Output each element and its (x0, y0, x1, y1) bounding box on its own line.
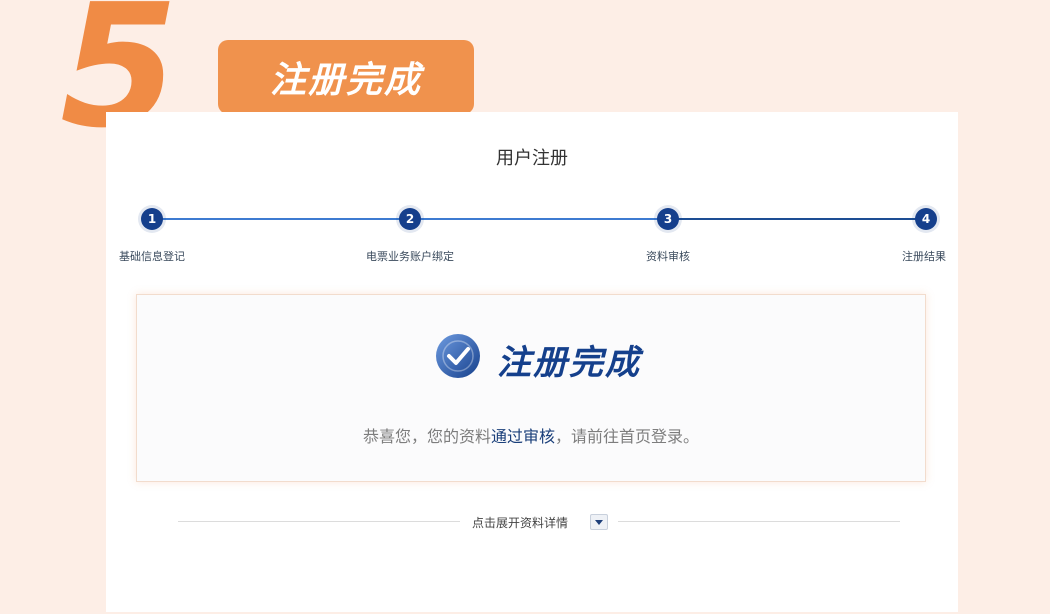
result-message: 恭喜您，您的资料通过审核，请前往首页登录。 (137, 423, 925, 447)
result-panel: 注册完成 恭喜您，您的资料通过审核，请前往首页登录。 (136, 294, 926, 482)
step-node-3: 3 (657, 208, 679, 230)
progress-line-1 (152, 218, 410, 220)
check-circle-icon (436, 334, 480, 378)
step-node-4: 4 (915, 208, 937, 230)
divider-left (178, 521, 460, 522)
registration-card: 用户注册 1 2 3 4 基础信息登记 电票业务账户绑定 资料审核 注册结果 注… (106, 112, 958, 612)
step-title-badge: 注册完成 (218, 40, 474, 114)
result-message-highlight: 通过审核 (490, 427, 555, 446)
step-label-4: 注册结果 (902, 250, 946, 263)
expand-details-row[interactable]: 点击展开资料详情 (178, 512, 900, 532)
divider-right (618, 521, 900, 522)
chevron-down-icon[interactable] (590, 514, 608, 530)
result-title: 注册完成 (497, 343, 641, 383)
result-message-suffix: ，请前往首页登录。 (555, 427, 700, 446)
progress-line-3 (668, 218, 926, 220)
expand-details-link[interactable]: 点击展开资料详情 (472, 514, 568, 531)
step-node-2: 2 (399, 208, 421, 230)
step-node-1: 1 (141, 208, 163, 230)
step-label-3: 资料审核 (646, 250, 690, 263)
progress-line-2 (410, 218, 668, 220)
result-message-prefix: 恭喜您，您的资料 (362, 427, 491, 446)
step-label-2: 电票业务账户绑定 (366, 250, 454, 263)
step-label-1: 基础信息登记 (119, 250, 185, 263)
page-title: 用户注册 (496, 148, 568, 169)
